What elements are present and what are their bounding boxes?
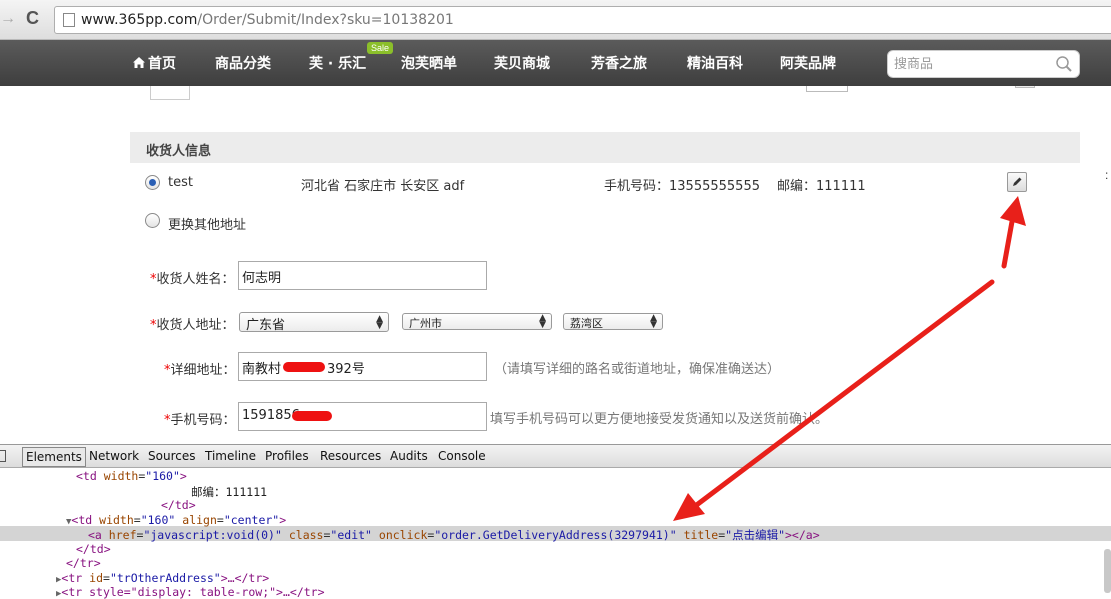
detail-address-hint: （请填写详细的路名或街道地址，确保准确送达） — [494, 362, 781, 377]
tab-sources[interactable]: Sources — [148, 449, 195, 463]
dom-line[interactable]: </td> — [76, 542, 111, 556]
devtools-panel: Elements Network Sources Timeline Profil… — [0, 444, 1111, 599]
url-host: www.365pp.com — [81, 12, 198, 28]
back-arrow-icon[interactable]: → — [0, 10, 16, 28]
select-arrows-icon: ▲ ▼ — [376, 314, 383, 331]
other-address-label: 更换其他地址 — [168, 218, 247, 233]
dom-line[interactable]: <td width="160"> — [76, 469, 187, 483]
right-edge-fragment: : — [1105, 168, 1109, 182]
pencil-icon — [1013, 177, 1022, 186]
detail-address-label: *详细地址： — [164, 359, 236, 378]
tab-network[interactable]: Network — [89, 449, 139, 463]
saved-address-radio[interactable] — [145, 175, 160, 190]
mobile-phone-hint: 填写手机号码可以更方便地接受发货通知以及送货前确认。 — [490, 412, 829, 427]
quantity-box — [806, 86, 848, 92]
saved-address-name: test — [168, 175, 193, 190]
dom-text-node[interactable]: 邮编：111111 — [191, 484, 267, 500]
section-header: 收货人信息 — [130, 132, 1080, 163]
saved-address-location: 河北省 石家庄市 长安区 adf — [301, 179, 465, 194]
dom-line[interactable]: ▶<tr style="display: table-row;">…</tr> — [56, 585, 325, 599]
saved-address-phone: 手机号码：13555555555 — [604, 179, 760, 194]
consignee-address-label: *收货人地址： — [150, 314, 235, 333]
site-navigation: 首页 商品分类 芙 · 乐汇 Sale 泡芙晒单 芙贝商城 芳香之旅 精油百科 … — [0, 40, 1111, 86]
page-icon — [63, 13, 75, 27]
mobile-phone-input[interactable]: 1591856 — [238, 402, 487, 431]
nav-shaidan[interactable]: 泡芙晒单 — [401, 53, 457, 73]
redaction-mark — [283, 362, 325, 372]
province-value: 广东省 — [246, 318, 286, 333]
detail-address-input[interactable]: 南教村 392号 — [238, 352, 487, 381]
devtools-toolbar: Elements Network Sources Timeline Profil… — [0, 445, 1111, 468]
url-path: /Order/Submit/Index?sku=10138201 — [197, 12, 454, 28]
detail-address-prefix: 南教村 — [242, 362, 282, 377]
district-select[interactable]: 荔湾区 ▲ ▼ — [563, 313, 663, 330]
redaction-mark — [292, 411, 332, 421]
address-bar[interactable]: www.365pp.com/Order/Submit/Index?sku=101… — [54, 6, 1111, 34]
other-address-radio[interactable] — [145, 213, 160, 228]
detail-address-suffix: 392号 — [327, 362, 365, 377]
consignee-name-label-text: 收货人姓名： — [156, 272, 235, 287]
dock-icon[interactable] — [0, 450, 6, 462]
search-input[interactable] — [894, 55, 1044, 73]
city-value: 广州市 — [409, 317, 442, 330]
select-arrows-icon: ▲ ▼ — [650, 313, 657, 330]
nav-category[interactable]: 商品分类 — [215, 53, 271, 73]
consignee-name-input[interactable]: 何志明 — [238, 261, 487, 290]
province-select[interactable]: 广东省 ▲ ▼ — [239, 312, 389, 333]
dom-line[interactable]: </td> — [161, 498, 196, 512]
search-icon[interactable] — [1055, 55, 1073, 73]
detail-address-label-text: 详细地址： — [170, 363, 236, 378]
mobile-phone-label-text: 手机号码： — [170, 413, 236, 428]
dom-line[interactable]: ▶<tr id="trOtherAddress">…</tr> — [56, 571, 269, 585]
edit-address-button[interactable] — [1007, 172, 1027, 192]
nav-home[interactable]: 首页 — [132, 53, 176, 73]
tab-elements[interactable]: Elements — [22, 447, 86, 467]
tab-timeline[interactable]: Timeline — [205, 449, 256, 463]
select-arrows-icon: ▲ ▼ — [539, 313, 546, 330]
tab-audits[interactable]: Audits — [390, 449, 428, 463]
sale-badge: Sale — [367, 42, 394, 54]
browser-toolbar: → C www.365pp.com/Order/Submit/Index?sku… — [0, 0, 1111, 40]
dom-line[interactable]: </tr> — [66, 556, 101, 570]
tab-console[interactable]: Console — [438, 449, 486, 463]
saved-address-zipcode: 邮编：111111 — [777, 179, 866, 194]
partial-button — [1015, 86, 1035, 88]
nav-home-label: 首页 — [148, 56, 176, 72]
mobile-phone-label: *手机号码： — [164, 409, 236, 428]
nav-brand[interactable]: 阿芙品牌 — [780, 53, 836, 73]
nav-mall[interactable]: 芙贝商城 — [494, 53, 550, 73]
search-box — [887, 50, 1080, 78]
home-icon — [133, 57, 145, 68]
city-select[interactable]: 广州市 ▲ ▼ — [402, 313, 552, 330]
order-page: : 收货人信息 test 河北省 石家庄市 长安区 adf 手机号码：13555… — [0, 86, 1111, 444]
dom-selected-anchor-line[interactable]: <a href="javascript:void(0)" class="edit… — [88, 527, 820, 543]
nav-aroma-trip[interactable]: 芳香之旅 — [591, 53, 647, 73]
nav-oil-wiki[interactable]: 精油百科 — [687, 53, 743, 73]
product-thumbnail — [150, 86, 190, 100]
devtools-scrollbar[interactable] — [1104, 549, 1111, 593]
district-value: 荔湾区 — [570, 317, 603, 330]
reload-icon[interactable]: C — [26, 8, 44, 30]
tab-profiles[interactable]: Profiles — [265, 449, 309, 463]
dom-line[interactable]: ▼<td width="160" align="center"> — [66, 513, 286, 527]
url-text: www.365pp.com/Order/Submit/Index?sku=101… — [81, 12, 454, 28]
consignee-name-label: *收货人姓名： — [150, 268, 235, 287]
tab-resources[interactable]: Resources — [320, 449, 381, 463]
consignee-address-label-text: 收货人地址： — [156, 318, 235, 333]
nav-lehui[interactable]: 芙 · 乐汇 — [309, 53, 366, 73]
section-title: 收货人信息 — [146, 144, 212, 159]
